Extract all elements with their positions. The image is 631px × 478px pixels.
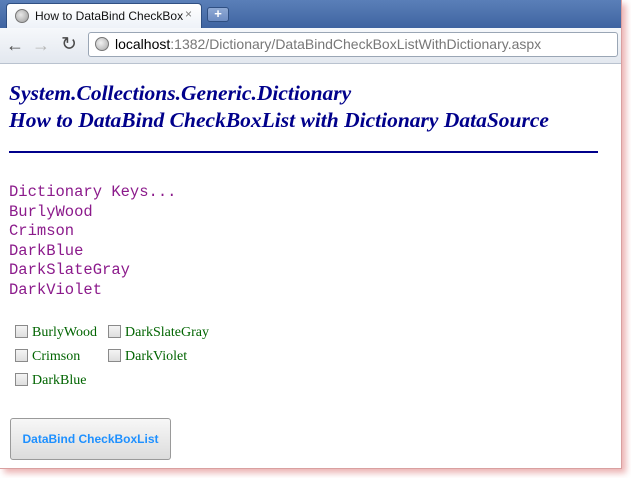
checkbox-label: DarkViolet: [125, 349, 188, 364]
browser-window: How to DataBind CheckBox × + ← → ↻ local…: [0, 0, 622, 469]
address-bar[interactable]: localhost:1382/Dictionary/DataBindCheckB…: [88, 32, 618, 57]
url-path: :1382/Dictionary/DataBindCheckBoxListWit…: [170, 36, 542, 52]
checkbox-item-darkviolet[interactable]: DarkViolet: [108, 349, 187, 367]
checkbox[interactable]: [15, 325, 28, 339]
checkbox-item-darkblue[interactable]: DarkBlue: [15, 373, 86, 391]
checkbox-item-darkslategray[interactable]: DarkSlateGray: [108, 325, 209, 343]
checkbox[interactable]: [15, 349, 28, 363]
databind-checkboxlist-button[interactable]: DataBind CheckBoxList: [10, 418, 171, 460]
new-tab-button[interactable]: +: [207, 7, 229, 22]
key-item: DarkViolet: [9, 280, 103, 299]
page-content: System.Collections.Generic.Dictionary Ho…: [9, 80, 609, 388]
page-icon: [95, 37, 109, 51]
dictionary-keys-label-list: Dictionary Keys... BurlyWood Crimson Dar…: [9, 183, 176, 300]
tab-title: How to DataBind CheckBox: [35, 9, 183, 23]
forward-arrow-icon[interactable]: →: [30, 34, 52, 56]
globe-icon: [15, 9, 29, 23]
checkbox-label: BurlyWood: [32, 325, 97, 340]
reload-icon[interactable]: ↻: [58, 34, 80, 56]
checkbox[interactable]: [15, 373, 28, 387]
tab-strip: How to DataBind CheckBox × +: [0, 0, 621, 28]
checkbox-label: DarkSlateGray: [125, 325, 209, 340]
close-icon[interactable]: ×: [185, 7, 192, 21]
back-arrow-icon[interactable]: ←: [4, 34, 26, 56]
browser-tab[interactable]: How to DataBind CheckBox ×: [6, 3, 202, 28]
checkbox-label: Crimson: [32, 349, 81, 364]
key-item: DarkBlue: [9, 241, 84, 260]
url-host: localhost: [115, 36, 171, 52]
checkbox-label: DarkBlue: [32, 373, 87, 388]
heading-line-2: How to DataBind CheckBoxList with Dictio…: [9, 108, 549, 132]
keys-label: Dictionary Keys...: [9, 183, 177, 201]
heading-line-1: System.Collections.Generic.Dictionary: [9, 81, 352, 105]
url-text: localhost:1382/Dictionary/DataBindCheckB…: [115, 36, 541, 52]
checkbox-item-crimson[interactable]: Crimson: [15, 349, 80, 367]
key-item: DarkSlateGray: [9, 261, 130, 279]
checkbox-item-burlywood[interactable]: BurlyWood: [15, 325, 97, 343]
browser-toolbar: ← → ↻ localhost:1382/Dictionary/DataBind…: [0, 28, 621, 64]
key-item: BurlyWood: [9, 202, 93, 221]
checkbox[interactable]: [108, 349, 121, 363]
key-item: Crimson: [9, 222, 75, 240]
horizontal-rule: [9, 151, 598, 153]
checkbox[interactable]: [108, 325, 121, 339]
